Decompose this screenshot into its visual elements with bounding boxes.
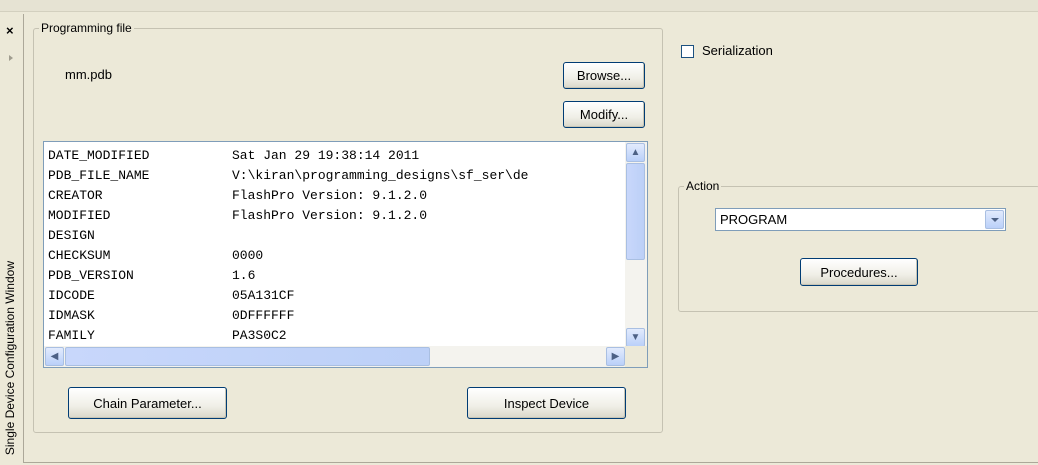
serialization-label[interactable]: Serialization <box>702 43 773 58</box>
list-item[interactable]: IDMASK 0DFFFFFF <box>48 306 623 326</box>
docked-window-tab: × Single Device Configuration Window <box>0 14 24 463</box>
list-item[interactable]: CHECKSUM 0000 <box>48 246 623 266</box>
serialization-checkbox[interactable] <box>681 45 694 58</box>
file-properties-list[interactable]: DATE_MODIFIED Sat Jan 29 19:38:14 2011 PDB… <box>43 141 648 368</box>
property-value: 0DFFFFFF <box>232 308 295 323</box>
action-selected-value: PROGRAM <box>720 212 788 227</box>
property-key: MODIFIED <box>48 208 111 223</box>
vertical-scroll-thumb[interactable] <box>626 163 645 260</box>
inspect-device-button[interactable]: Inspect Device <box>467 387 626 419</box>
action-select[interactable]: PROGRAM <box>715 208 1006 231</box>
property-key: DESIGN <box>48 228 95 243</box>
procedures-button[interactable]: Procedures... <box>800 258 918 286</box>
programming-file-legend: Programming file <box>39 21 134 36</box>
property-value: 05A131CF <box>232 288 295 303</box>
property-value: FlashPro Version: 9.1.2.0 <box>232 208 428 223</box>
bottom-border <box>24 462 1038 463</box>
list-item[interactable]: PDB_FILE_NAME V:\kiran\programming_design… <box>48 166 623 186</box>
property-key: PDB_VERSION <box>48 268 134 283</box>
scroll-left-icon[interactable]: ◀ <box>45 347 64 366</box>
property-key: FAMILY <box>48 328 95 343</box>
property-value: 0000 <box>232 248 264 263</box>
property-key: CHECKSUM <box>48 248 111 263</box>
property-key: DATE_MODIFIED <box>48 148 150 163</box>
chevron-down-icon[interactable] <box>985 210 1004 229</box>
programming-file-group: Programming file mm.pdb Browse... Modify… <box>33 21 663 433</box>
horizontal-scrollbar[interactable]: ◀ ▶ <box>44 346 627 367</box>
modify-button[interactable]: Modify... <box>563 101 645 128</box>
list-item[interactable]: PDB_VERSION 1.6 <box>48 266 623 286</box>
property-key: IDCODE <box>48 288 95 303</box>
property-key: PDB_FILE_NAME <box>48 168 150 183</box>
programming-filename: mm.pdb <box>65 67 112 82</box>
vertical-scrollbar[interactable]: ▲ ▼ <box>625 142 647 348</box>
scrollbar-corner <box>625 346 647 367</box>
list-item[interactable]: IDCODE 05A131CF <box>48 286 623 306</box>
property-value: FlashPro Version: 9.1.2.0 <box>232 188 428 203</box>
property-value: 1.6 <box>232 268 256 283</box>
property-value: PA3S0C2 <box>232 328 287 343</box>
action-group: Action PROGRAM Procedures... <box>678 179 1038 312</box>
property-key: CREATOR <box>48 188 103 203</box>
browse-button[interactable]: Browse... <box>563 62 645 89</box>
close-icon[interactable]: × <box>6 24 14 37</box>
top-strip <box>0 0 1038 12</box>
list-item[interactable]: MODIFIED FlashPro Version: 9.1.2.0 <box>48 206 623 226</box>
list-item[interactable]: CREATOR FlashPro Version: 9.1.2.0 <box>48 186 623 206</box>
list-item[interactable]: DESIGN <box>48 226 623 246</box>
property-value: Sat Jan 29 19:38:14 2011 <box>232 148 420 163</box>
scroll-up-icon[interactable]: ▲ <box>626 143 645 162</box>
list-item[interactable]: DATE_MODIFIED Sat Jan 29 19:38:14 2011 <box>48 146 623 166</box>
property-value: V:\kiran\programming_designs\sf_ser\de <box>232 168 529 183</box>
scroll-down-icon[interactable]: ▼ <box>626 328 645 347</box>
window-title: Single Device Configuration Window <box>3 260 17 455</box>
horizontal-scroll-thumb[interactable] <box>65 347 430 366</box>
expand-arrow-icon[interactable] <box>9 55 13 61</box>
property-key: IDMASK <box>48 308 95 323</box>
properties-rows: DATE_MODIFIED Sat Jan 29 19:38:14 2011 PDB… <box>48 146 623 347</box>
scroll-right-icon[interactable]: ▶ <box>606 347 625 366</box>
action-legend: Action <box>684 179 722 194</box>
list-item[interactable]: FAMILY PA3S0C2 <box>48 326 623 346</box>
chain-parameter-button[interactable]: Chain Parameter... <box>68 387 227 419</box>
